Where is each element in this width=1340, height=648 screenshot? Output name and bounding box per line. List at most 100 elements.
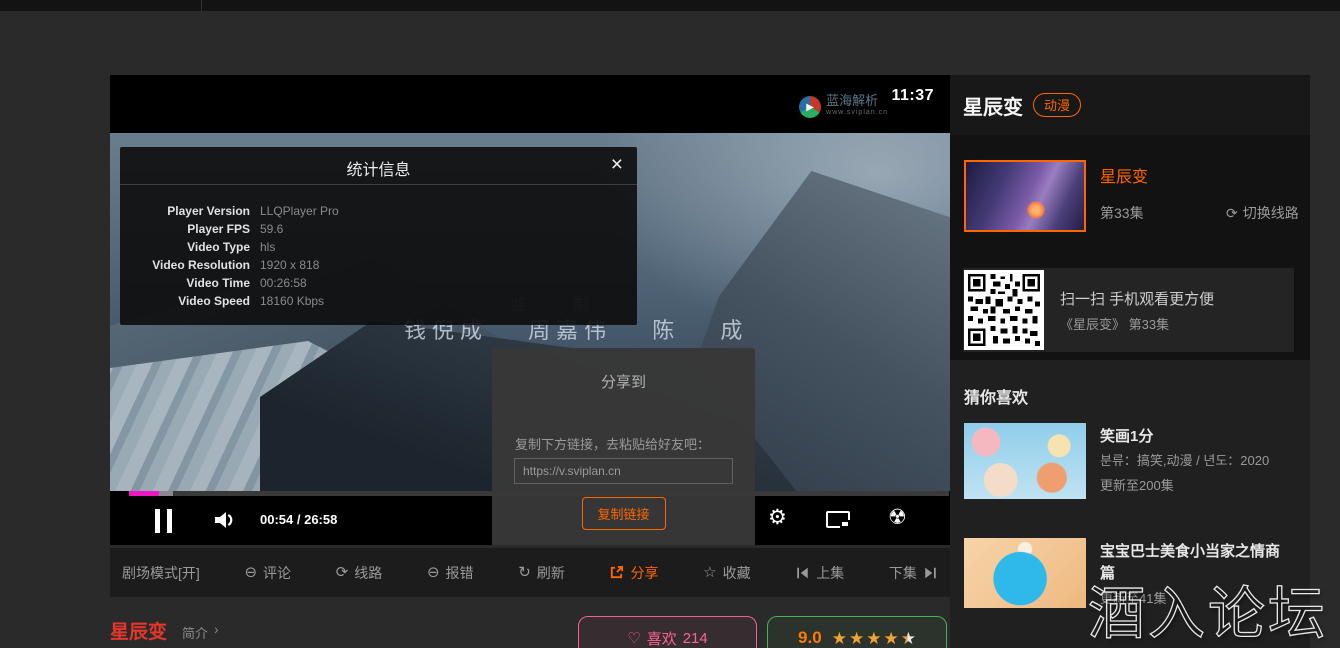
logo-url: www.sviplan.cn: [826, 107, 888, 119]
clock-overlay: 11:37: [891, 87, 934, 105]
rating-box[interactable]: 9.0 ★★★★★: [767, 616, 947, 648]
video-info-bar: 星辰变 简介 › ♡ 喜欢 214 9.0 ★★★★★: [110, 600, 950, 648]
share-hint: 复制下方链接，去粘贴给好友吧：: [515, 434, 710, 453]
episode-thumbnail[interactable]: [964, 160, 1086, 232]
sidebar-title: 星辰变: [963, 91, 1023, 120]
recommend-item[interactable]: 宝宝巴士美食小当家之情商篇 更新至41集: [950, 538, 1310, 618]
pip-icon[interactable]: [826, 511, 850, 528]
time-display: 00:54 / 26:58: [260, 512, 337, 527]
line-cycle-icon: ⟳: [336, 565, 349, 580]
guess-you-like-title: 猜你喜欢: [964, 384, 1028, 408]
parser-logo: ▶ 蓝海解析 www.sviplan.cn: [799, 95, 888, 119]
stats-row: Player Version LLQPlayer Pro: [120, 202, 637, 220]
stats-value: 59.6: [260, 220, 283, 238]
switch-line-button[interactable]: ⟳ 切换线路: [1226, 203, 1299, 223]
stats-row: Video Speed 18160 Kbps: [120, 292, 637, 310]
episode-number: 第33集: [1100, 203, 1144, 223]
stats-label: Video Type: [120, 238, 250, 256]
recommend-section: 猜你喜欢 笑画1分 분류：搞笑,动漫 / 년도：2020 更新至200集 宝宝巴…: [950, 360, 1310, 648]
recommend-update: 更新至200集: [1100, 475, 1174, 494]
episode-section: 星辰变 第33集 ⟳ 切换线路: [950, 135, 1310, 360]
stats-label: Video Speed: [120, 292, 250, 310]
qr-code: [964, 270, 1044, 350]
qr-caption: 扫一扫 手机观看更方便: [1060, 288, 1214, 309]
share-icon: [609, 565, 624, 580]
qr-subcaption: 《星辰变》 第33集: [1060, 314, 1169, 333]
theater-mode-toggle[interactable]: 剧场模式[开]: [122, 563, 200, 583]
star-icon: ★: [866, 630, 881, 647]
episode-series-title[interactable]: 星辰变: [1100, 163, 1148, 187]
like-count: 214: [683, 630, 708, 647]
player-action-bar: 剧场模式[开] ⊖ 评论 ⟳ 线路 ⊖ 报错 ↻ 刷新 分享: [110, 548, 950, 597]
seek-buffered: [159, 491, 173, 496]
stats-value: hls: [260, 238, 275, 256]
error-icon: ⊖: [427, 565, 440, 580]
stats-value: 1920 x 818: [260, 256, 319, 274]
stats-row: Video Type hls: [120, 238, 637, 256]
report-error-button[interactable]: ⊖ 报错: [427, 563, 474, 583]
star-rating: ★★★★★: [832, 630, 916, 647]
stats-label: Video Time: [120, 274, 250, 292]
sidebar: 星辰变 动漫 星辰变 第33集 ⟳ 切换线路: [950, 75, 1310, 648]
recommend-meta: 분류：搞笑,动漫 / 년도：2020: [1100, 450, 1269, 469]
stats-value: LLQPlayer Pro: [260, 202, 339, 220]
stats-dialog-title: 统计信息: [120, 156, 637, 180]
recommend-title[interactable]: 宝宝巴士美食小当家之情商篇: [1100, 541, 1285, 585]
seek-played: [129, 491, 159, 496]
close-icon[interactable]: ×: [611, 151, 623, 179]
star-outline-icon: ☆: [703, 565, 716, 580]
next-episode-icon: [923, 566, 938, 580]
recommend-thumbnail[interactable]: [964, 538, 1086, 608]
comment-icon: ⊖: [244, 565, 257, 580]
video-player[interactable]: 11:37 ▶ 蓝海解析 www.sviplan.cn 监 制 钱倪成 周嘉伟 …: [110, 75, 950, 545]
rating-score: 9.0: [798, 628, 822, 648]
share-dialog-title: 分享到: [492, 371, 755, 392]
stats-label: Player FPS: [120, 220, 250, 238]
heart-icon: ♡: [627, 629, 640, 647]
qr-panel: 扫一扫 手机观看更方便 《星辰变》 第33集: [963, 268, 1294, 352]
like-button[interactable]: ♡ 喜欢 214: [578, 616, 757, 648]
stats-label: Player Version: [120, 202, 250, 220]
category-badge[interactable]: 动漫: [1033, 93, 1081, 117]
pause-icon[interactable]: [155, 509, 177, 533]
star-half-icon: ★: [901, 630, 916, 647]
recommend-update: 更新至41集: [1100, 588, 1166, 607]
play-logo-icon: ▶: [799, 96, 821, 118]
next-episode-button[interactable]: 下集: [889, 563, 938, 583]
share-dialog: 分享到 复制下方链接，去粘贴给好友吧： 复制链接: [492, 348, 755, 545]
recommend-title[interactable]: 笑画1分: [1100, 426, 1285, 448]
recommend-item[interactable]: 笑画1分 분류：搞笑,动漫 / 년도：2020 更新至200集: [950, 423, 1310, 503]
browser-tab-strip: [0, 0, 1340, 11]
stats-row: Video Time 00:26:58: [120, 274, 637, 292]
recommend-thumbnail[interactable]: [964, 423, 1086, 499]
comments-button[interactable]: ⊖ 评论: [244, 563, 291, 583]
star-icon: ★: [883, 630, 898, 647]
thumb-art: [1027, 201, 1045, 219]
tab-divider: [201, 0, 202, 11]
video-title[interactable]: 星辰变: [110, 617, 167, 644]
line-switch-button[interactable]: ⟳ 线路: [336, 563, 383, 583]
prev-episode-icon: [795, 566, 810, 580]
sidebar-header: 星辰变 动漫: [950, 75, 1310, 135]
danmaku-radiation-icon[interactable]: ☢: [888, 505, 907, 530]
stats-row: Video Resolution 1920 x 818: [120, 256, 637, 274]
refresh-button[interactable]: ↻ 刷新: [518, 563, 565, 583]
logo-name: 蓝海解析: [826, 95, 888, 107]
summary-link[interactable]: 简介: [182, 623, 208, 642]
refresh-icon: ↻: [518, 565, 531, 580]
share-button[interactable]: 分享: [609, 563, 658, 583]
stats-value: 00:26:58: [260, 274, 307, 292]
page: 11:37 ▶ 蓝海解析 www.sviplan.cn 监 制 钱倪成 周嘉伟 …: [0, 0, 1340, 648]
volume-icon[interactable]: [213, 509, 237, 536]
chevron-right-icon: ›: [214, 621, 219, 637]
stats-value: 18160 Kbps: [260, 292, 324, 310]
star-icon: ★: [832, 630, 847, 647]
favorite-button[interactable]: ☆ 收藏: [703, 563, 750, 583]
settings-gear-icon[interactable]: ⚙: [768, 505, 787, 530]
prev-episode-button[interactable]: 上集: [795, 563, 844, 583]
stats-label: Video Resolution: [120, 256, 250, 274]
stats-dialog: 统计信息 × Player Version LLQPlayer Pro Play…: [120, 147, 637, 325]
star-icon: ★: [849, 630, 864, 647]
share-link-input[interactable]: [514, 458, 733, 484]
copy-link-button[interactable]: 复制链接: [581, 497, 665, 530]
